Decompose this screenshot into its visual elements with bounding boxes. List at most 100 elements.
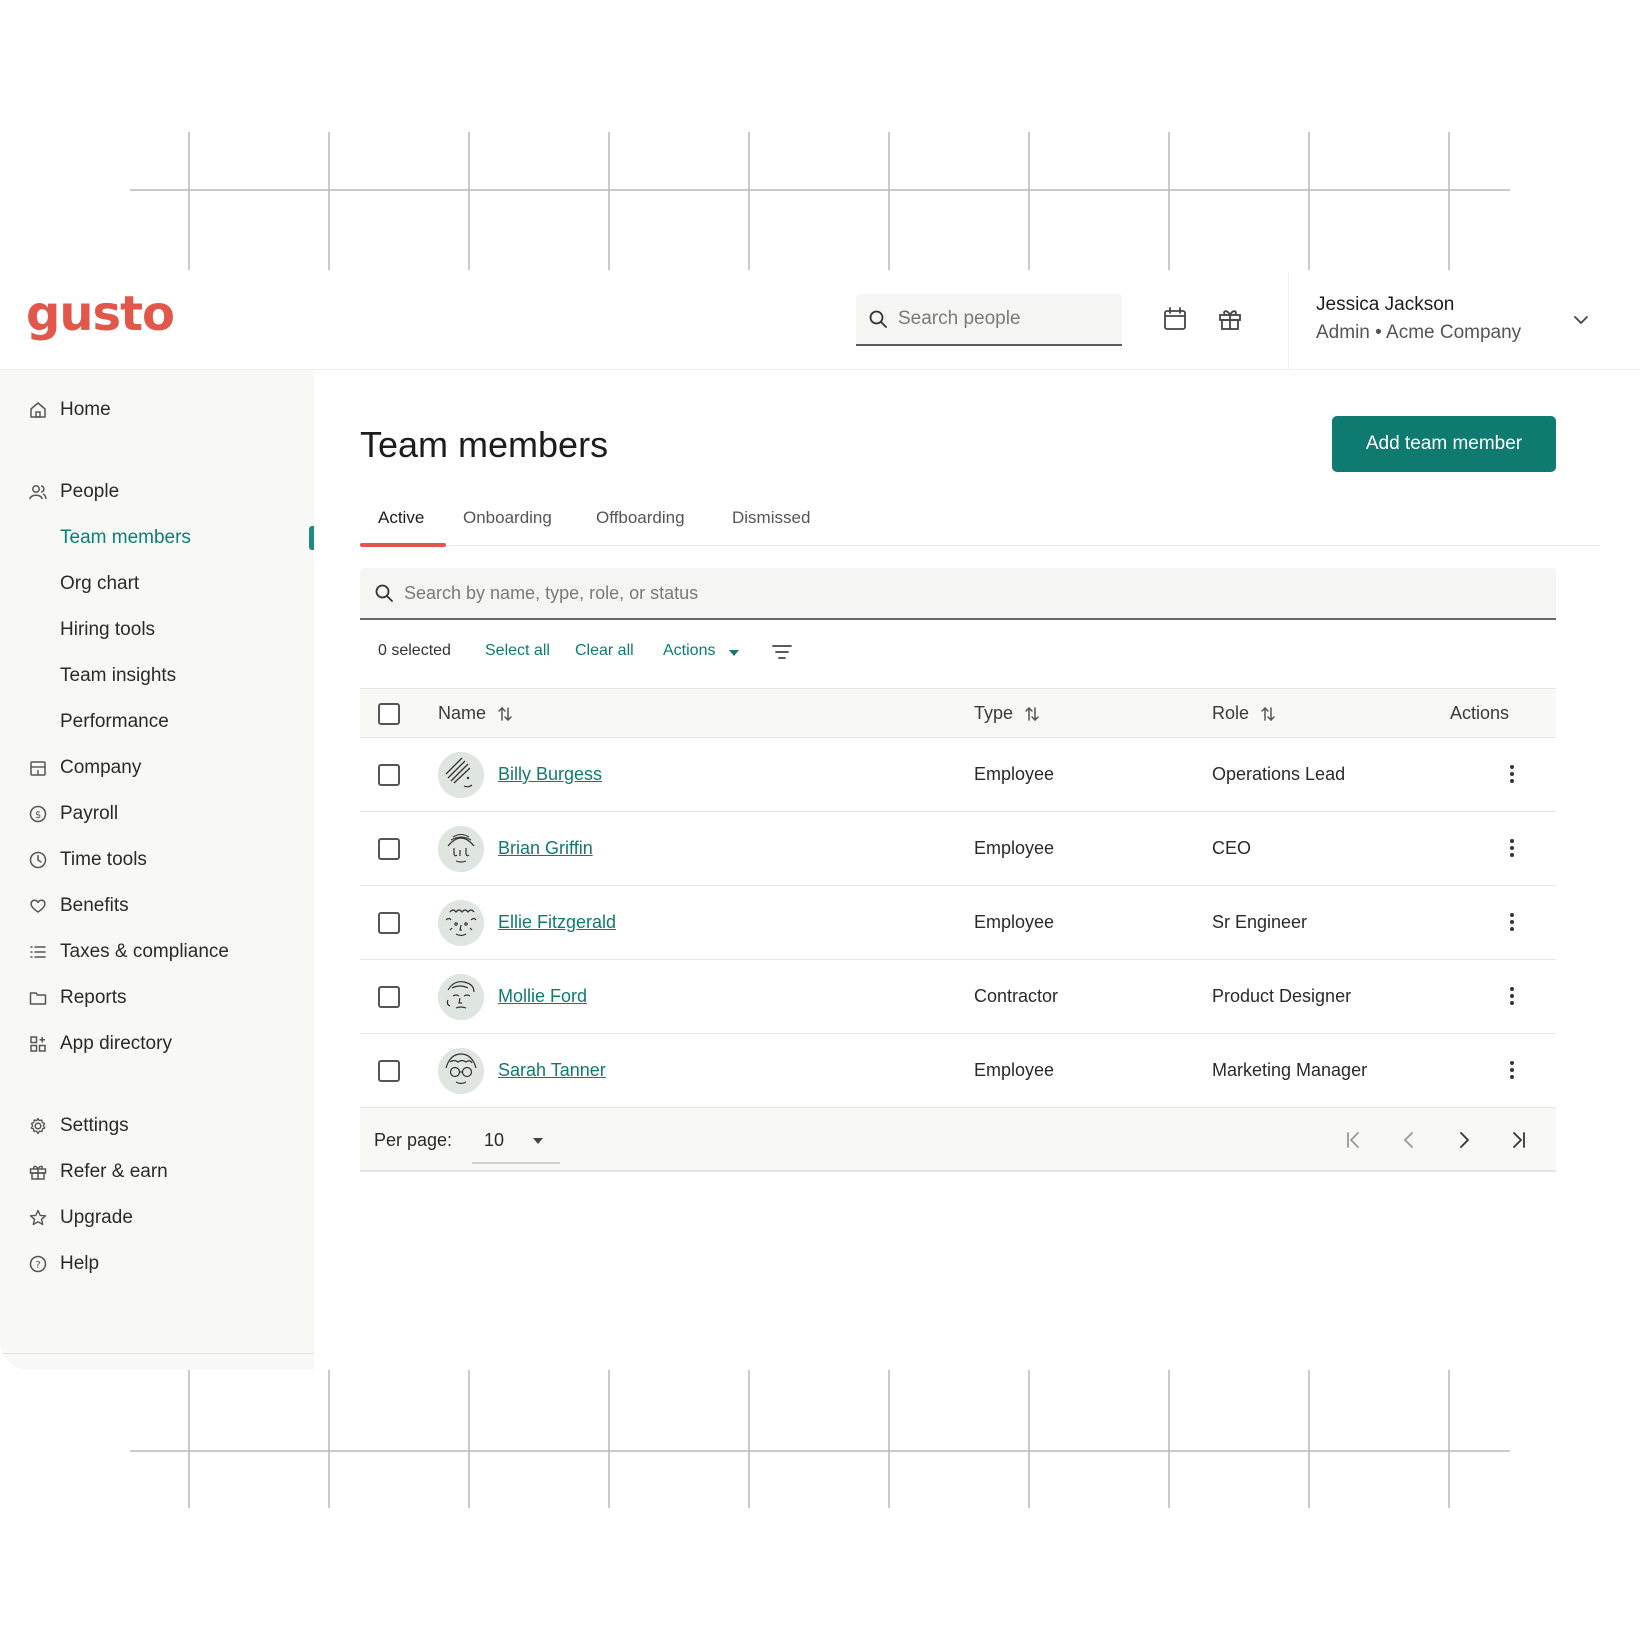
previous-page-icon[interactable] xyxy=(1397,1128,1421,1152)
employee-type: Contractor xyxy=(974,986,1059,1006)
sidebar-item-label: Team insights xyxy=(60,665,177,686)
row-checkbox[interactable] xyxy=(378,838,400,860)
first-page-icon[interactable] xyxy=(1342,1128,1366,1152)
sidebar-item-label: Home xyxy=(60,399,111,420)
sidebar-item-label: People xyxy=(60,481,120,502)
next-page-icon[interactable] xyxy=(1452,1128,1476,1152)
people-search-input[interactable]: Search people xyxy=(856,294,1122,346)
folder-icon xyxy=(29,992,47,1005)
sidebar-item-help[interactable]: ? Help xyxy=(0,1244,314,1284)
clear-all-link[interactable]: Clear all xyxy=(575,642,634,660)
home-icon xyxy=(30,402,46,418)
sidebar-item-performance[interactable]: Performance xyxy=(0,702,314,742)
gusto-logo[interactable]: gusto xyxy=(26,286,175,342)
svg-text:$: $ xyxy=(35,810,41,821)
more-options-icon[interactable] xyxy=(1500,1058,1524,1082)
apps-icon xyxy=(30,1036,46,1052)
row-checkbox[interactable] xyxy=(378,986,400,1008)
column-header-name[interactable]: Name xyxy=(438,703,514,724)
calendar-icon[interactable] xyxy=(1162,306,1188,332)
column-header-type[interactable]: Type xyxy=(974,703,1041,724)
table-row: Mollie Ford Contractor Product Designer xyxy=(360,960,1556,1034)
employee-name-link[interactable]: Mollie Ford xyxy=(498,986,587,1007)
sidebar-item-payroll[interactable]: $ Payroll xyxy=(0,794,314,834)
add-team-member-button[interactable]: Add team member xyxy=(1332,416,1556,472)
search-placeholder: Search by name, type, role, or status xyxy=(404,582,699,603)
sidebar-item-label: Settings xyxy=(60,1115,129,1136)
tab-label: Active xyxy=(378,508,425,527)
search-icon xyxy=(869,310,887,328)
user-name[interactable]: Jessica Jackson xyxy=(1316,294,1454,316)
sidebar-item-company[interactable]: Company xyxy=(0,748,314,788)
page-title: Team members xyxy=(360,424,609,465)
caret-down-icon xyxy=(533,1138,543,1144)
main-content: Team members Add team member Active Onbo… xyxy=(314,370,1640,1370)
sidebar-item-upgrade[interactable]: Upgrade xyxy=(0,1198,314,1238)
people-icon xyxy=(29,485,47,500)
bulk-actions-bar: 0 selected Select all Clear all Actions xyxy=(378,638,1478,668)
employee-type: Employee xyxy=(974,838,1055,858)
tab-onboarding[interactable]: Onboarding xyxy=(463,500,552,546)
tab-active[interactable]: Active xyxy=(378,500,424,546)
clock-icon xyxy=(29,851,47,869)
employee-name-link[interactable]: Ellie Fitzgerald xyxy=(498,912,616,933)
sort-icon xyxy=(1025,706,1039,721)
employee-name-link[interactable]: Billy Burgess xyxy=(498,764,602,785)
sidebar-item-taxes-compliance[interactable]: Taxes & compliance xyxy=(0,932,314,972)
sidebar-item-team-insights[interactable]: Team insights xyxy=(0,656,314,696)
employee-name-link[interactable]: Brian Griffin xyxy=(498,838,593,859)
filter-icon[interactable] xyxy=(770,640,794,664)
sidebar-item-label: Payroll xyxy=(60,803,119,824)
chevron-down-icon[interactable] xyxy=(1570,309,1592,331)
table-row: Ellie Fitzgerald Employee Sr Engineer xyxy=(360,886,1556,960)
star-icon xyxy=(29,1209,47,1226)
building-icon xyxy=(30,761,46,776)
sidebar-item-reports[interactable]: Reports xyxy=(0,978,314,1018)
more-options-icon[interactable] xyxy=(1500,910,1524,934)
sidebar-item-label: Company xyxy=(60,757,142,778)
sidebar-item-time-tools[interactable]: Time tools xyxy=(0,840,314,880)
select-all-link[interactable]: Select all xyxy=(485,642,550,660)
row-checkbox[interactable] xyxy=(378,1060,400,1082)
selected-count: 0 selected xyxy=(378,642,451,659)
employee-role: Product Designer xyxy=(1212,986,1352,1006)
per-page-value: 10 xyxy=(484,1130,505,1150)
sidebar-item-hiring-tools[interactable]: Hiring tools xyxy=(0,610,314,650)
table-search-input[interactable]: Search by name, type, role, or status xyxy=(360,568,1556,620)
last-page-icon[interactable] xyxy=(1506,1128,1530,1152)
sort-icon xyxy=(498,706,512,721)
more-options-icon[interactable] xyxy=(1500,984,1524,1008)
per-page-select[interactable]: 10 xyxy=(472,1116,560,1164)
more-options-icon[interactable] xyxy=(1500,836,1524,860)
employee-type: Employee xyxy=(974,912,1055,932)
sidebar-item-label: Performance xyxy=(60,711,169,732)
caret-down-icon xyxy=(729,650,739,656)
user-role: Admin • Acme Company xyxy=(1316,322,1522,343)
tab-offboarding[interactable]: Offboarding xyxy=(596,500,685,546)
select-all-checkbox[interactable] xyxy=(378,703,400,725)
column-header-role[interactable]: Role xyxy=(1212,703,1277,724)
sidebar-item-people[interactable]: People xyxy=(0,472,314,512)
sidebar-item-refer-earn[interactable]: Refer & earn xyxy=(0,1152,314,1192)
search-placeholder: Search people xyxy=(898,308,1021,329)
column-label: Role xyxy=(1212,703,1250,723)
avatar xyxy=(438,826,484,872)
employee-type: Employee xyxy=(974,1060,1055,1080)
sidebar-item-app-directory[interactable]: App directory xyxy=(0,1024,314,1064)
column-label: Type xyxy=(974,703,1014,723)
sidebar-item-settings[interactable]: Settings xyxy=(0,1106,314,1146)
actions-dropdown[interactable]: Actions xyxy=(663,642,715,660)
sidebar-item-benefits[interactable]: Benefits xyxy=(0,886,314,926)
sort-icon xyxy=(1261,706,1275,721)
gift-icon xyxy=(29,1165,47,1180)
gift-icon[interactable] xyxy=(1217,306,1243,332)
sidebar-item-org-chart[interactable]: Org chart xyxy=(0,564,314,604)
row-checkbox[interactable] xyxy=(378,764,400,786)
employee-name-link[interactable]: Sarah Tanner xyxy=(498,1060,606,1081)
sidebar-item-label: Time tools xyxy=(60,849,147,870)
sidebar-item-home[interactable]: Home xyxy=(0,390,314,430)
row-checkbox[interactable] xyxy=(378,912,400,934)
more-options-icon[interactable] xyxy=(1500,762,1524,786)
tab-dismissed[interactable]: Dismissed xyxy=(732,500,810,546)
sidebar-item-team-members[interactable]: Team members xyxy=(0,518,314,558)
